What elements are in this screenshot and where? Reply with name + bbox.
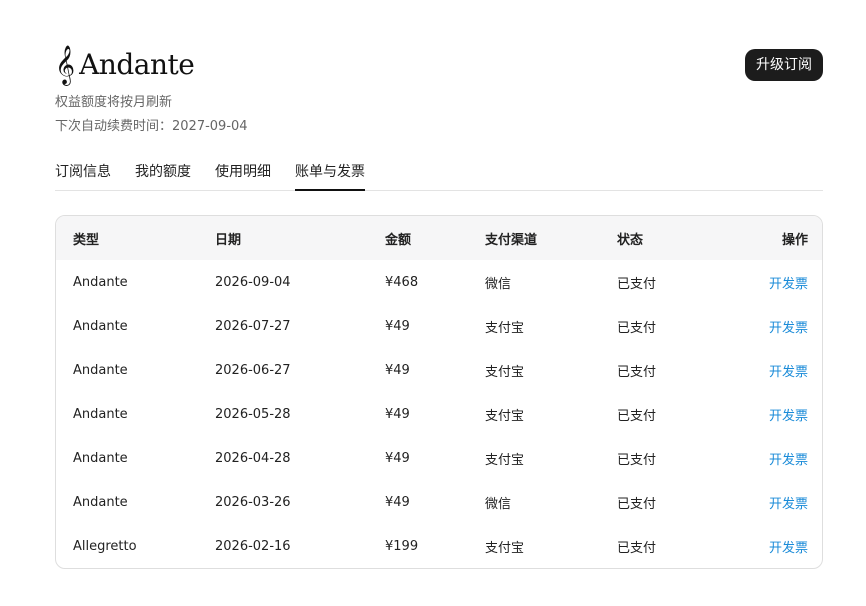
issue-invoice-link[interactable]: 开发票 — [769, 409, 808, 424]
cell-channel: 支付宝 — [485, 320, 525, 336]
renewal-date: 下次自动续费时间：2027-09-04 — [55, 119, 248, 134]
table-row: Andante 2026-07-27 ¥49 支付宝 已支付 开发票 — [56, 304, 822, 348]
table-row: Andante 2026-05-28 ¥49 支付宝 已支付 开发票 — [56, 392, 822, 436]
cell-channel: 支付宝 — [485, 452, 525, 468]
cell-amount: ¥49 — [385, 318, 410, 334]
billing-page: 𝄞 Andante 升级订阅 权益额度将按月刷新 下次自动续费时间：2027-0… — [0, 0, 866, 606]
cell-amount: ¥49 — [385, 362, 410, 378]
column-header-status: 状态 — [617, 232, 644, 248]
issue-invoice-link[interactable]: 开发票 — [769, 541, 808, 556]
cell-date: 2026-09-04 — [215, 274, 291, 290]
cell-type: Andante — [73, 406, 128, 422]
cell-amount: ¥49 — [385, 450, 410, 466]
cell-status: 已支付 — [617, 540, 657, 556]
issue-invoice-link[interactable]: 开发票 — [769, 497, 808, 512]
table-row: Andante 2026-09-04 ¥468 微信 已支付 开发票 — [56, 260, 822, 304]
page-header: 𝄞 Andante 升级订阅 权益额度将按月刷新 下次自动续费时间：2027-0… — [55, 45, 823, 137]
cell-channel: 微信 — [485, 496, 512, 512]
cell-action: 开发票 — [710, 392, 822, 436]
cell-status: 已支付 — [617, 408, 657, 424]
table-header-row: 类型 日期 金额 支付渠道 状态 操作 — [56, 216, 822, 260]
brand-name: Andante — [79, 48, 195, 81]
billing-rows: Andante 2026-09-04 ¥468 微信 已支付 开发票 Andante 2026… — [56, 260, 822, 568]
tab-bar: 订阅信息 我的额度 使用明细 账单与发票 — [55, 157, 823, 191]
cell-type: Andante — [73, 362, 128, 378]
cell-action: 开发票 — [710, 348, 822, 392]
cell-type: Andante — [73, 318, 128, 334]
cell-amount: ¥468 — [385, 274, 419, 290]
cell-date: 2026-03-26 — [215, 494, 291, 510]
tab-billing-invoices[interactable]: 账单与发票 — [295, 157, 365, 191]
cell-action: 开发票 — [710, 304, 822, 348]
cell-status: 已支付 — [617, 496, 657, 512]
issue-invoice-link[interactable]: 开发票 — [769, 277, 808, 292]
cell-action: 开发票 — [710, 260, 822, 304]
cell-status: 已支付 — [617, 276, 657, 292]
cell-date: 2026-04-28 — [215, 450, 291, 466]
issue-invoice-link[interactable]: 开发票 — [769, 453, 808, 468]
upgrade-subscription-button[interactable]: 升级订阅 — [745, 49, 823, 81]
cell-action: 开发票 — [710, 480, 822, 524]
cell-type: Andante — [73, 450, 128, 466]
billing-table: 类型 日期 金额 支付渠道 状态 操作 Andante 2026-09-04 ¥46… — [56, 216, 822, 568]
column-header-channel: 支付渠道 — [485, 232, 538, 248]
tab-usage-details[interactable]: 使用明细 — [215, 157, 271, 191]
brand: 𝄞 Andante — [55, 45, 823, 85]
cell-date: 2026-05-28 — [215, 406, 291, 422]
cell-channel: 支付宝 — [485, 364, 525, 380]
table-row: Allegretto 2026-02-16 ¥199 支付宝 已支付 开发票 — [56, 524, 822, 568]
cell-date: 2026-02-16 — [215, 538, 291, 554]
cell-type: Andante — [73, 274, 128, 290]
column-header-type: 类型 — [73, 232, 100, 248]
cell-amount: ¥49 — [385, 406, 410, 422]
column-header-amount: 金额 — [385, 232, 412, 248]
issue-invoice-link[interactable]: 开发票 — [769, 321, 808, 336]
column-header-date: 日期 — [215, 232, 242, 248]
treble-clef-icon: 𝄞 — [55, 45, 76, 85]
cell-action: 开发票 — [710, 524, 822, 568]
cell-channel: 微信 — [485, 276, 512, 292]
billing-table-card: 类型 日期 金额 支付渠道 状态 操作 Andante 2026-09-04 ¥46… — [55, 215, 823, 569]
table-row: Andante 2026-04-28 ¥49 支付宝 已支付 开发票 — [56, 436, 822, 480]
quota-refresh-note: 权益额度将按月刷新 — [55, 95, 173, 110]
cell-status: 已支付 — [617, 364, 657, 380]
table-row: Andante 2026-06-27 ¥49 支付宝 已支付 开发票 — [56, 348, 822, 392]
cell-status: 已支付 — [617, 320, 657, 336]
table-row: Andante 2026-03-26 ¥49 微信 已支付 开发票 — [56, 480, 822, 524]
cell-date: 2026-07-27 — [215, 318, 291, 334]
cell-type: Andante — [73, 494, 128, 510]
tab-my-quota[interactable]: 我的额度 — [135, 157, 191, 191]
cell-channel: 支付宝 — [485, 540, 525, 556]
tab-subscription-info[interactable]: 订阅信息 — [55, 157, 111, 191]
cell-amount: ¥199 — [385, 538, 419, 554]
cell-date: 2026-06-27 — [215, 362, 291, 378]
cell-amount: ¥49 — [385, 494, 410, 510]
cell-action: 开发票 — [710, 436, 822, 480]
column-header-action: 操作 — [781, 232, 808, 248]
cell-status: 已支付 — [617, 452, 657, 468]
issue-invoice-link[interactable]: 开发票 — [769, 365, 808, 380]
cell-channel: 支付宝 — [485, 408, 525, 424]
cell-type: Allegretto — [73, 538, 137, 554]
